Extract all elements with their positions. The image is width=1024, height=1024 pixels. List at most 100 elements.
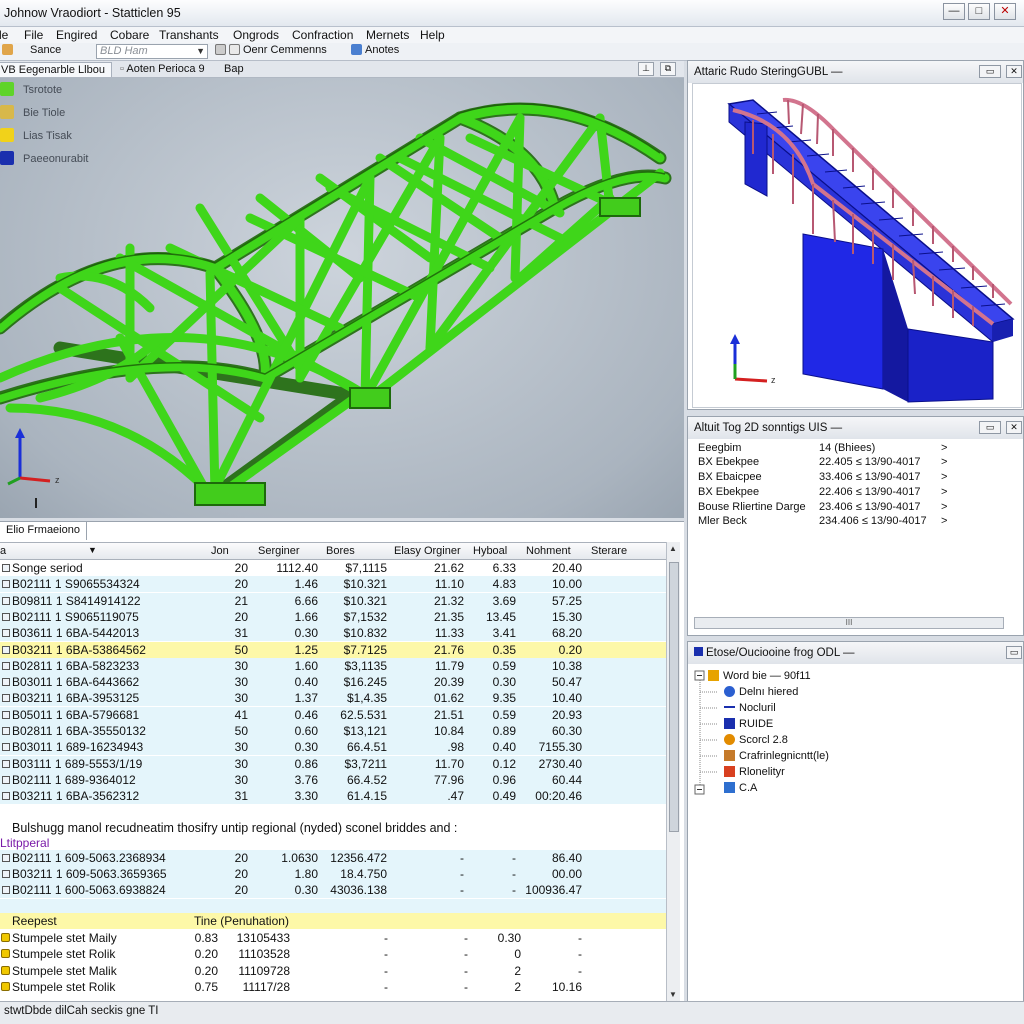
menu-mernets[interactable]: Mernets <box>366 28 409 42</box>
table-row[interactable]: B02111 1 S9065534324 20 1.46 $10.321 11.10 4.… <box>0 576 666 593</box>
property-row[interactable]: Bouse Rliertine Darge 23.406 ≤ 13/90-4017… <box>698 501 1018 515</box>
axis-triad-icon: z <box>730 334 776 385</box>
chevron-right-icon: > <box>941 515 948 527</box>
layer-icon <box>724 686 735 697</box>
menu-ongrods[interactable]: Ongrods <box>233 28 279 42</box>
table-row[interactable]: B02111 1 600-5063.6938824 20 0.30 43036.138… <box>0 882 666 899</box>
menu-file[interactable]: File <box>24 28 43 42</box>
table-row[interactable]: B02111 1 689-9364012 30 3.76 66.4.52 77.96 0.… <box>0 771 666 788</box>
panel-restore-button[interactable]: ▭ <box>979 65 1001 78</box>
column-header[interactable]: Elasy Orginer <box>394 545 461 557</box>
tree-item[interactable]: Crafrinlegnicntt(le) <box>724 750 829 762</box>
table-row[interactable]: B02811 1 6BA-5823233 30 1.60 $3,1135 11.79 0.… <box>0 657 666 674</box>
tree-item[interactable]: Nocluril <box>724 702 776 714</box>
toolbar-comments-button[interactable]: Oenr Cemmenns <box>215 44 327 56</box>
scrollbar-thumb[interactable] <box>669 562 679 832</box>
panel-close-button[interactable]: ✕ <box>1006 421 1022 434</box>
table-row[interactable]: Stumpele stet Rolik 0.20 11103528 - - 0 - <box>0 946 666 962</box>
menu-confraction[interactable]: Confraction <box>292 28 353 42</box>
warning-icon <box>1 933 10 942</box>
property-row[interactable]: BX Ebekpee 22.405 ≤ 13/90-4017 > <box>698 456 1018 470</box>
table-row[interactable]: B03211 1 609-5063.3659365 20 1.80 18.4.750 -… <box>0 866 666 883</box>
tree-item[interactable]: C.A <box>724 782 757 794</box>
property-row[interactable]: BX Ebekpee 22.406 ≤ 13/90-4017 > <box>698 486 1018 500</box>
tab-bap[interactable]: Bap <box>218 62 250 77</box>
panel-close-button[interactable]: ✕ <box>1006 65 1022 78</box>
table-cell: Stumpele stet Malik <box>12 963 117 978</box>
table-row[interactable]: B03011 1 6BA-6443662 30 0.40 $16.245 20.39 0.… <box>0 674 666 691</box>
bridge-support-block <box>349 387 391 409</box>
column-header[interactable]: a <box>0 545 6 557</box>
pin-icon[interactable]: ⊥ <box>638 62 654 76</box>
row-icon <box>2 580 10 589</box>
table-cell: 0.30 <box>497 931 521 945</box>
table-row[interactable]: B03211 1 6BA-3562312 31 3.30 61.4.15 .47 0.49… <box>0 788 666 805</box>
table-row[interactable]: Stumpele stet Rolik 0.75 11117/28 - - 2 10.16 <box>0 979 666 995</box>
column-header[interactable]: Serginer <box>258 545 300 557</box>
tree-item[interactable]: Delnı hiered <box>724 686 798 698</box>
tree-item[interactable]: Scorcl 2.8 <box>724 734 788 746</box>
restore-icon[interactable]: ⧉ <box>660 62 676 76</box>
row-icon <box>2 612 10 621</box>
table-row[interactable]: B05011 1 6BA-5796681 41 0.46 62.5.531 21.51 0… <box>0 706 666 723</box>
table-row[interactable]: Songe seriod 20 1112.40 $7,1115 21.62 6.33 20.… <box>0 560 666 576</box>
column-header[interactable]: Nohment <box>526 545 571 557</box>
table-cell: - <box>578 947 582 962</box>
menu-transhants[interactable]: Transhants <box>159 28 219 42</box>
table-cell: 10.00 <box>551 577 582 592</box>
tab-engineering[interactable]: VB Eegenarble Llbou <box>0 62 112 77</box>
property-row[interactable]: Mler Beck 234.406 ≤ 13/90-4017 > <box>698 515 1018 529</box>
column-header[interactable]: Bores <box>326 545 355 557</box>
menu-cobare[interactable]: Cobare <box>110 28 149 42</box>
toolbar-notes-button[interactable]: Anotes <box>351 44 399 56</box>
table-row[interactable]: Stumpele stet Maily 0.83 13105433 - - 0.30 - <box>0 930 666 946</box>
tree-item[interactable]: RUIDE <box>724 718 773 730</box>
main-3d-viewport[interactable]: Tsrotote Bie Tiole Lias Tisak Paeeonurab… <box>0 78 684 518</box>
close-button[interactable]: ✕ <box>994 3 1016 20</box>
view-select[interactable]: BLD Ham ▼ <box>96 44 208 59</box>
menu-help[interactable]: Help <box>420 28 445 42</box>
tree-item-root[interactable]: Word bie — 90f11 <box>708 670 811 682</box>
blue-bridge-viewport[interactable]: z <box>692 83 1022 408</box>
table-row[interactable]: B03211 1 6BA-53864562 50 1.25 $7.7125 21.76 0… <box>0 641 666 658</box>
column-header[interactable]: Hyboal <box>473 545 507 557</box>
row-icon <box>2 661 10 670</box>
menu-engired[interactable]: Engired <box>56 28 97 42</box>
table-row[interactable]: B02811 1 6BA-35550132 50 0.60 $13,121 10.84 0… <box>0 723 666 739</box>
panel-restore-button[interactable]: ▭ <box>1006 646 1022 659</box>
maximize-button[interactable]: □ <box>968 3 990 20</box>
vertical-scrollbar[interactable]: ▲ ▼ <box>666 542 680 1002</box>
table-cell: 20 <box>234 851 248 865</box>
table-row[interactable]: B09811 1 S8414914122 21 6.66 $10.321 21.32 3.… <box>0 592 666 609</box>
column-header[interactable]: Jon <box>211 545 229 557</box>
table-row[interactable]: B03611 1 6BA-5442013 31 0.30 $10.832 11.33 3.… <box>0 625 666 642</box>
row-icon <box>2 727 10 735</box>
table-cell: 4.83 <box>492 577 516 592</box>
minimize-button[interactable]: — <box>943 3 965 20</box>
document-tabs: VB Eegenarble Llbou ▫ Aoten Perioca 9 Ba… <box>0 61 684 78</box>
tab-elio-frmaeiono[interactable]: Elio Frmaeiono <box>0 522 87 540</box>
table-cell: 50 <box>234 642 248 657</box>
tab-perioca[interactable]: ▫ Aoten Perioca 9 <box>114 62 211 77</box>
toolbar-sance-button[interactable]: Sance <box>2 44 61 56</box>
gear-icon <box>724 734 735 745</box>
panel-restore-button[interactable]: ▭ <box>979 421 1001 434</box>
properties-panel: Altuit Tog 2D sonntigs UIS — ▭ ✕ Eeegbim… <box>687 416 1024 636</box>
table-row[interactable]: B02111 1 609-5063.2368934 20 1.0630 12356.4… <box>0 850 666 866</box>
table-row[interactable]: B02111 1 S9065119075 20 1.66 $7,1532 21.35 13… <box>0 608 666 625</box>
table-row[interactable]: Stumpele stet Malik 0.20 11109728 - - 2 - <box>0 963 666 979</box>
menu-prefix[interactable]: le <box>0 28 8 42</box>
table-row[interactable]: B03011 1 689-16234943 30 0.30 66.4.51 .98 0.4… <box>0 739 666 756</box>
column-header[interactable]: Sterare <box>591 545 627 557</box>
table-row[interactable]: B03211 1 6BA-3953125 30 1.37 $1,4.35 01.62 9.… <box>0 690 666 707</box>
property-row[interactable]: BX Ebaicpee 33.406 ≤ 13/90-4017 > <box>698 471 1018 485</box>
scroll-down-icon[interactable]: ▼ <box>669 990 677 999</box>
horizontal-scrollbar[interactable]: III <box>694 617 1004 629</box>
table-cell: 13105433 <box>236 931 290 945</box>
property-row[interactable]: Eeegbim 14 (Bhiees) > <box>698 442 1018 456</box>
tree-item[interactable]: Rlonelityr <box>724 766 785 778</box>
table-row[interactable]: B03111 1 689-5553/1/19 30 0.86 $3,7211 11.70… <box>0 755 666 772</box>
sort-icon[interactable]: ▼ <box>88 545 97 555</box>
table-cell: B03211 1 6BA-53864562 <box>12 642 146 657</box>
scroll-up-icon[interactable]: ▲ <box>669 544 677 553</box>
